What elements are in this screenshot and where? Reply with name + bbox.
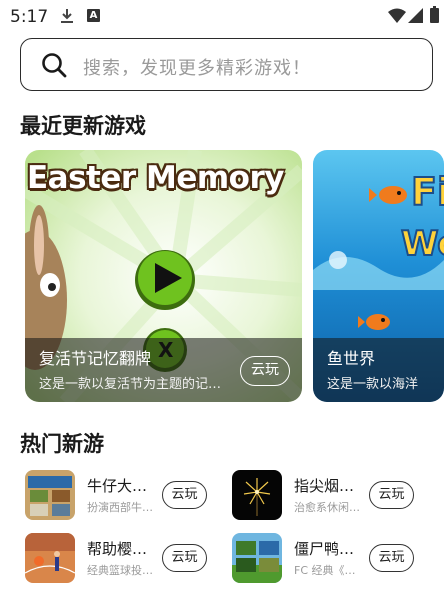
game-thumbnail (232, 470, 282, 520)
card-title: 复活节记忆翻牌 (39, 349, 152, 368)
status-bar: 5:17 A (0, 0, 444, 32)
svg-text:Fi: Fi (411, 170, 444, 214)
list-item-basketball[interactable]: 帮助樱… 经典篮球投… 云玩 (25, 533, 210, 585)
section-title-hot: 热门新游 (20, 432, 104, 456)
a-notification-icon: A (87, 9, 100, 22)
game-name: 僵尸鸭… (294, 540, 355, 558)
list-item-cowboy[interactable]: 牛仔大… 扮演西部牛… 云玩 (25, 470, 210, 522)
cloud-play-button[interactable]: 云玩 (162, 544, 207, 572)
search-input[interactable]: 搜索，发现更多精彩游戏！ (20, 38, 433, 91)
search-icon (42, 53, 67, 78)
game-description: 治愈系休闲… (294, 501, 360, 514)
section-title-recent: 最近更新游戏 (20, 114, 146, 138)
game-description: 扮演西部牛… (87, 501, 153, 514)
featured-card-fish-world[interactable]: Fi Wo 鱼世界 这是一款以海洋 (313, 150, 444, 402)
list-item-fireworks[interactable]: 指尖烟… 治愈系休闲… 云玩 (232, 470, 417, 522)
game-name: 帮助樱… (87, 540, 148, 558)
battery-icon (430, 6, 439, 23)
game-description: FC 经典《… (294, 564, 356, 577)
list-item-zombie-duck[interactable]: 僵尸鸭… FC 经典《… 云玩 (232, 533, 417, 585)
game-name: 牛仔大… (87, 477, 148, 495)
download-icon (61, 9, 73, 23)
easter-memory-logo-text: Easter Memory (27, 160, 284, 196)
wifi-icon (388, 8, 406, 23)
status-time: 5:17 (10, 7, 49, 27)
cloud-play-button[interactable]: 云玩 (369, 544, 414, 572)
cloud-play-button[interactable]: 云玩 (240, 356, 290, 386)
game-thumbnail (232, 533, 282, 583)
search-placeholder: 搜索，发现更多精彩游戏！ (83, 58, 311, 79)
game-thumbnail (25, 533, 75, 583)
signal-icon (408, 8, 423, 23)
game-description: 经典篮球投… (87, 564, 153, 577)
card-description: 这是一款以复活节为主题的记忆翻牌游戏 (39, 377, 231, 392)
game-name: 指尖烟… (294, 477, 355, 495)
card-description: 这是一款以海洋 (327, 377, 419, 392)
cloud-play-button[interactable]: 云玩 (162, 481, 207, 509)
featured-card-easter-memory[interactable]: X Easter Memory 复活节记忆翻牌 这是一款以复活节为主题的记忆翻牌… (25, 150, 302, 402)
cloud-play-button[interactable]: 云玩 (369, 481, 414, 509)
card-title: 鱼世界 (327, 349, 376, 368)
game-thumbnail (25, 470, 75, 520)
svg-text:Wo: Wo (401, 224, 444, 264)
